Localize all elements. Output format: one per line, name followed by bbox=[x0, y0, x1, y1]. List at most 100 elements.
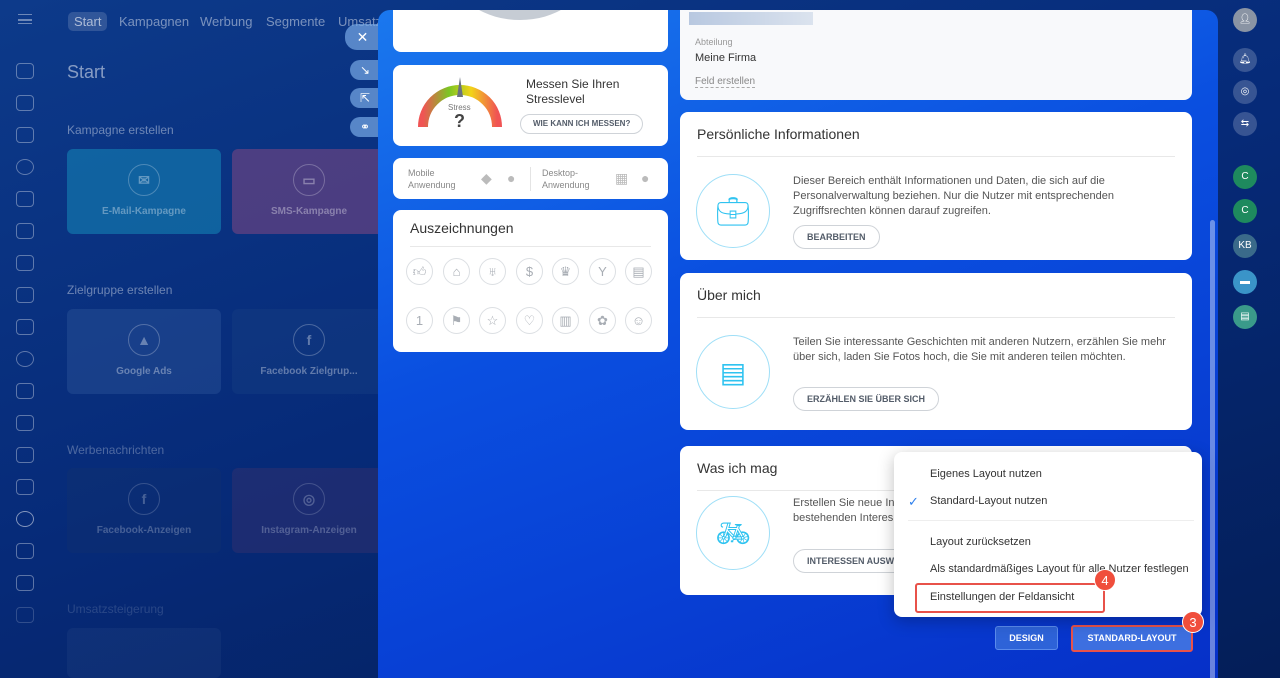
about-card: Über mich ▤ Teilen Sie interessante Gesc… bbox=[680, 273, 1192, 430]
facebook-icon: f bbox=[293, 324, 325, 356]
tile-facebook-audience[interactable]: f Facebook Zielgrup... bbox=[232, 309, 386, 394]
profile-fields-card: Abteilung Meine Firma Feld erstellen bbox=[680, 10, 1192, 100]
drive-icon[interactable] bbox=[16, 287, 34, 303]
apps-card: Mobile Anwendung ◆ ● Desktop-Anwendung ▦… bbox=[393, 158, 668, 199]
avatar-card bbox=[393, 10, 668, 52]
personal-info-title: Persönliche Informationen bbox=[697, 126, 860, 142]
personal-info-card: Persönliche Informationen 💼︎ Dieser Bere… bbox=[680, 112, 1192, 260]
trophy-icon[interactable]: ♅ bbox=[479, 258, 506, 285]
cart-icon[interactable] bbox=[16, 543, 34, 559]
marketing-icon[interactable] bbox=[16, 511, 34, 527]
thumbs-up-icon[interactable]: 👍︎ bbox=[406, 258, 433, 285]
menu-item-reset-layout[interactable]: Layout zurücksetzen bbox=[930, 536, 1031, 548]
mobile-app-label: Mobile Anwendung bbox=[408, 168, 456, 190]
avatar[interactable] bbox=[455, 10, 585, 20]
appstore-download-icon[interactable]: ● bbox=[507, 170, 515, 186]
calendar-icon[interactable] bbox=[16, 191, 34, 207]
document-icon[interactable] bbox=[16, 223, 34, 239]
edit-button[interactable]: BEARBEITEN bbox=[793, 225, 880, 249]
cocktail-icon[interactable]: Y bbox=[589, 258, 616, 285]
crm-filter-icon[interactable] bbox=[16, 415, 34, 431]
activity-icon[interactable] bbox=[16, 63, 34, 79]
likes-title: Was ich mag bbox=[697, 460, 778, 476]
menu-item-set-default-layout[interactable]: Als standardmäßiges Layout für alle Nutz… bbox=[930, 563, 1189, 575]
department-label: Abteilung bbox=[695, 37, 733, 47]
copy-link-icon[interactable]: ⚭ bbox=[350, 117, 380, 137]
employees-icon[interactable] bbox=[16, 351, 34, 367]
chat-bubbles-icon[interactable]: ▬ bbox=[1233, 270, 1257, 294]
flower-icon[interactable]: ✿ bbox=[589, 307, 616, 334]
news-icon[interactable]: ▤ bbox=[1233, 305, 1257, 329]
crown-icon[interactable]: ♛ bbox=[552, 258, 579, 285]
minimize-icon[interactable]: ↘ bbox=[350, 60, 380, 80]
step-badge-4: 4 bbox=[1094, 569, 1116, 591]
booking-icon[interactable] bbox=[16, 447, 34, 463]
flag-icon[interactable]: ⚑ bbox=[443, 307, 470, 334]
tile-email-campaign[interactable]: ✉ E-Mail-Kampagne bbox=[67, 149, 221, 234]
feed-icon[interactable] bbox=[16, 127, 34, 143]
stress-title: Messen Sie Ihren Stresslevel bbox=[526, 77, 620, 106]
mac-download-icon[interactable]: ● bbox=[641, 170, 649, 186]
android-download-icon[interactable]: ◆ bbox=[481, 170, 492, 187]
layout-menu: Eigenes Layout nutzen ✓ Standard-Layout … bbox=[894, 452, 1202, 617]
close-button[interactable]: ✕ bbox=[345, 24, 380, 50]
workgroup-c1[interactable]: C bbox=[1233, 165, 1257, 189]
cake-icon[interactable]: ▤ bbox=[625, 258, 652, 285]
select-interests-button[interactable]: INTERESSEN AUSW bbox=[793, 549, 909, 573]
menu-item-standard-layout[interactable]: Standard-Layout nutzen bbox=[930, 495, 1047, 507]
open-new-window-icon[interactable]: ⇱ bbox=[350, 88, 380, 108]
awards-title: Auszeichnungen bbox=[410, 220, 514, 236]
about-title: Über mich bbox=[697, 287, 761, 303]
tile-instagram-ads[interactable]: ◎ Instagram-Anzeigen bbox=[232, 468, 386, 553]
heart-icon[interactable]: ♡ bbox=[516, 307, 543, 334]
awards-card: Auszeichnungen 👍︎ ⌂ ♅ $ ♛ Y ▤ 1 ⚑ ☆ ♡ ▥ … bbox=[393, 210, 668, 352]
section-title: Zielgruppe erstellen bbox=[67, 283, 173, 297]
number-one-icon[interactable]: 1 bbox=[406, 307, 433, 334]
board-icon[interactable] bbox=[16, 255, 34, 271]
user-avatar-icon[interactable]: 👤︎ bbox=[1233, 8, 1257, 32]
chat-icon[interactable] bbox=[16, 95, 34, 111]
how-to-measure-button[interactable]: WIE KANN ICH MESSEN? bbox=[520, 114, 644, 134]
workgroup-kb[interactable]: KB bbox=[1233, 234, 1257, 258]
edit-icon[interactable] bbox=[16, 607, 34, 623]
scrollbar[interactable] bbox=[1210, 220, 1215, 678]
tile-sms-campaign[interactable]: ▭ SMS-Kampagne bbox=[232, 149, 386, 234]
tab-segmente[interactable]: Segmente bbox=[260, 12, 331, 31]
briefcase-icon: 💼︎ bbox=[696, 174, 770, 248]
tile-google-ads[interactable]: ▲ Google Ads bbox=[67, 309, 221, 394]
smile-icon[interactable]: ☺ bbox=[625, 307, 652, 334]
tasks-icon[interactable] bbox=[16, 383, 34, 399]
stress-card: Stress ? Messen Sie Ihren Stresslevel WI… bbox=[393, 65, 668, 146]
checkmark-icon: ✓ bbox=[908, 494, 919, 509]
page-title: Start bbox=[67, 62, 106, 82]
sign-icon[interactable] bbox=[16, 575, 34, 591]
store-icon[interactable] bbox=[16, 479, 34, 495]
windows-download-icon[interactable]: ▦ bbox=[615, 170, 628, 187]
money-bag-icon[interactable]: $ bbox=[516, 258, 543, 285]
menu-item-custom-layout[interactable]: Eigenes Layout nutzen bbox=[930, 468, 1042, 480]
facebook-icon: f bbox=[128, 483, 160, 515]
beer-icon[interactable]: ▥ bbox=[552, 307, 579, 334]
create-field-link[interactable]: Feld erstellen bbox=[695, 76, 756, 88]
gift-icon[interactable]: ⌂ bbox=[443, 258, 470, 285]
design-button[interactable]: DESIGN bbox=[995, 626, 1058, 650]
star-icon[interactable]: ☆ bbox=[479, 307, 506, 334]
standard-layout-button[interactable]: STANDARD-LAYOUT bbox=[1071, 625, 1193, 652]
left-sidebar bbox=[0, 0, 50, 678]
groups-icon[interactable] bbox=[16, 159, 34, 175]
step-badge-3: 3 bbox=[1182, 611, 1204, 633]
sync-icon[interactable]: ⇆ bbox=[1233, 112, 1257, 136]
tab-werbung[interactable]: Werbung bbox=[194, 12, 259, 31]
tab-start[interactable]: Start bbox=[68, 12, 108, 31]
section-title: Werbenachrichten bbox=[67, 443, 165, 457]
tell-about-yourself-button[interactable]: ERZÄHLEN SIE ÜBER SICH bbox=[793, 387, 940, 411]
section-title: Umsatzsteigerung bbox=[67, 602, 164, 616]
workgroup-c2[interactable]: C bbox=[1233, 199, 1257, 223]
tab-kampagnen[interactable]: Kampagnen bbox=[113, 12, 195, 31]
bicycle-camera-icon: 🚲︎ bbox=[696, 496, 770, 570]
search-icon[interactable]: ◎ bbox=[1233, 80, 1257, 104]
bell-icon[interactable]: 🔔︎ bbox=[1233, 48, 1257, 72]
menu-item-field-view-settings[interactable]: Einstellungen der Feldansicht bbox=[930, 591, 1074, 603]
tile-facebook-ads[interactable]: f Facebook-Anzeigen bbox=[67, 468, 221, 553]
mail-icon[interactable] bbox=[16, 319, 34, 335]
